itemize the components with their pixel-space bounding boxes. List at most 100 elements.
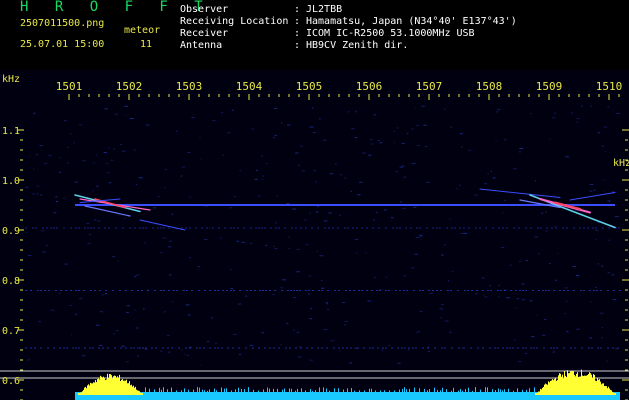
interference-segment <box>439 227 441 229</box>
histogram-bar <box>404 387 405 393</box>
noise-speck <box>308 275 312 277</box>
interference-segment <box>482 290 484 291</box>
histogram-bar <box>107 373 108 395</box>
interference-segment <box>70 290 72 291</box>
noise-speck <box>354 111 357 113</box>
noise-speck <box>381 349 384 351</box>
noise-speck <box>373 276 377 278</box>
interference-segment <box>444 347 446 349</box>
noise-speck <box>112 256 115 258</box>
noise-speck <box>534 180 537 182</box>
noise-speck <box>423 124 427 126</box>
histogram-bar <box>86 388 87 395</box>
noise-speck <box>444 108 446 110</box>
interference-segment <box>589 290 591 291</box>
histogram-bar <box>105 380 106 395</box>
histogram-bar <box>409 388 410 393</box>
histogram-bar <box>114 375 115 395</box>
interference-segment <box>413 290 415 291</box>
interference-segment <box>490 290 492 291</box>
noise-speck <box>116 330 119 332</box>
noise-speck <box>187 151 191 153</box>
interference-segment <box>347 227 349 229</box>
interference-segment <box>553 290 555 291</box>
interference-segment <box>595 227 597 229</box>
histogram-bar <box>204 390 205 393</box>
histogram-bar <box>193 389 194 393</box>
histogram-bar <box>369 388 370 393</box>
noise-speck <box>105 163 109 165</box>
interference-segment <box>141 290 143 291</box>
interference-segment <box>63 227 65 229</box>
interference-segment <box>98 227 100 229</box>
noise-speck <box>126 305 130 307</box>
noise-speck <box>124 105 128 107</box>
interference-segment <box>243 227 245 229</box>
interference-segment <box>259 290 261 291</box>
interference-segment <box>255 227 257 229</box>
noise-speck <box>460 232 463 234</box>
histogram-bar <box>572 370 573 395</box>
histogram-bar <box>241 388 242 393</box>
histogram-bar <box>117 376 118 395</box>
interference-segment <box>479 227 481 229</box>
histogram-bar <box>277 388 278 393</box>
noise-speck <box>144 242 147 244</box>
noise-speck <box>344 177 347 179</box>
noise-speck <box>419 235 423 237</box>
interference-segment <box>353 290 355 291</box>
interference-segment <box>212 227 214 229</box>
noise-speck <box>265 163 269 165</box>
interference-segment <box>254 290 256 291</box>
noise-speck <box>136 327 139 329</box>
interference-segment <box>593 290 595 291</box>
histogram-bar <box>224 388 225 393</box>
histogram-bar <box>487 387 488 393</box>
noise-speck <box>93 219 97 221</box>
histogram-bar <box>522 389 523 393</box>
interference-segment <box>422 290 424 291</box>
noise-speck <box>564 287 568 289</box>
noise-speck <box>554 112 557 114</box>
histogram-bar <box>465 389 466 393</box>
interference-segment <box>84 347 86 349</box>
histogram-bar <box>80 392 81 395</box>
interference-segment <box>183 290 185 291</box>
interference-segment <box>217 347 219 349</box>
interference-segment <box>574 347 576 349</box>
interference-segment <box>573 227 575 229</box>
interference-segment <box>125 347 127 349</box>
noise-speck <box>410 267 415 269</box>
interference-segment <box>608 227 610 229</box>
noise-speck <box>159 252 163 254</box>
histogram-bar <box>547 384 548 395</box>
interference-segment <box>63 347 65 349</box>
interference-segment <box>612 347 614 349</box>
noise-speck <box>323 329 328 331</box>
noise-speck <box>496 111 499 113</box>
noise-speck <box>70 334 73 336</box>
interference-segment <box>209 347 211 349</box>
interference-segment <box>337 227 339 229</box>
interference-segment <box>311 227 313 229</box>
interference-segment <box>50 227 52 229</box>
noise-speck <box>107 147 110 149</box>
histogram-bar <box>315 390 316 393</box>
histogram-bar <box>100 375 101 395</box>
interference-segment <box>502 227 504 229</box>
interference-segment <box>427 347 429 349</box>
interference-segment <box>25 290 27 291</box>
noise-speck <box>396 127 399 129</box>
histogram-bar <box>502 390 503 393</box>
x-tick-label: 1508 <box>476 80 503 93</box>
noise-speck <box>428 351 431 353</box>
histogram-bar <box>95 380 96 395</box>
interference-segment <box>334 290 336 291</box>
noise-speck <box>64 120 67 122</box>
interference-segment <box>372 227 374 229</box>
histogram-bar <box>453 387 454 393</box>
noise-speck <box>603 126 608 128</box>
histogram-bar <box>434 387 435 393</box>
histogram-bar <box>139 391 140 395</box>
histogram-bar <box>429 389 430 393</box>
